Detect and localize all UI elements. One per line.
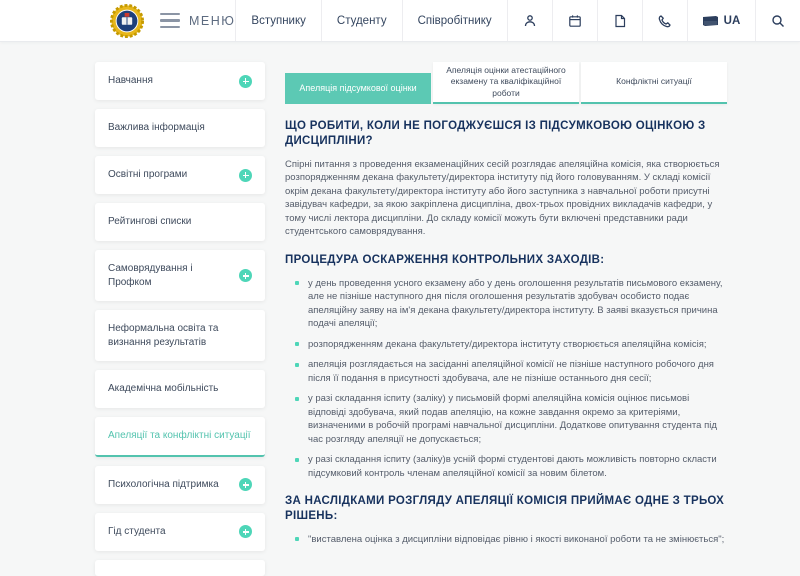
- search-button[interactable]: [755, 0, 800, 41]
- tab-content: ЩО РОБИТИ, КОЛИ НЕ ПОГОДЖУЄШСЯ ІЗ ПІДСУМ…: [285, 104, 727, 546]
- plus-icon[interactable]: [239, 168, 252, 182]
- intro-paragraph: Спірні питання з проведення екзаменаційн…: [285, 158, 720, 238]
- sidebar-item-label: Самоврядування і Профком: [108, 263, 193, 288]
- search-icon: [772, 14, 785, 27]
- nav-item-employee[interactable]: Співробітнику: [401, 0, 507, 41]
- top-header: МЕНЮ Вступнику Студенту Співробітнику UA: [0, 0, 800, 42]
- decisions-list: "виставлена оцінка з дисципліни відповід…: [295, 533, 727, 546]
- plus-icon[interactable]: [239, 525, 252, 538]
- sidebar-item-label: Рейтингові списки: [108, 216, 192, 228]
- tab-conflict-situations[interactable]: Конфліктні ситуації: [581, 62, 727, 104]
- person-icon-button[interactable]: [506, 0, 552, 41]
- nav-item-applicant[interactable]: Вступнику: [235, 0, 320, 41]
- tab-final-grade-appeal[interactable]: Апеляція підсумкової оцінки: [285, 73, 431, 104]
- phone-icon: [658, 14, 671, 27]
- sidebar-item-label: Навчання: [108, 75, 153, 87]
- sidebar-item-label: Неформальна освіта та визнання результат…: [108, 323, 219, 348]
- sidebar: Навчання Важлива інформація Освітні прог…: [95, 62, 265, 576]
- sidebar-item-reitynhovi-spysky[interactable]: Рейтингові списки: [95, 203, 265, 241]
- list-item: "виставлена оцінка з дисципліни відповід…: [295, 533, 727, 546]
- hamburger-icon: [160, 12, 180, 29]
- section-heading-what-to-do: ЩО РОБИТИ, КОЛИ НЕ ПОГОДЖУЄШСЯ ІЗ ПІДСУМ…: [285, 120, 706, 147]
- tab-attestation-exam-appeal[interactable]: Апеляція оцінки атестаційного екзамену т…: [433, 62, 579, 104]
- tabs-bar: Апеляція підсумкової оцінки Апеляція оці…: [285, 62, 727, 104]
- sidebar-item-samovriaduvannia[interactable]: Самоврядування і Профком: [95, 250, 265, 301]
- list-item: у разі складання іспиту (заліку) у письм…: [295, 392, 727, 446]
- university-logo-icon[interactable]: [110, 3, 144, 38]
- list-item: апеляція розглядається на засіданні апел…: [295, 358, 727, 385]
- section-heading-decisions: ЗА НАСЛІДКАМИ РОЗГЛЯДУ АПЕЛЯЦІЇ КОМІСІЯ …: [285, 495, 725, 522]
- sidebar-item-cutoff[interactable]: [95, 559, 265, 576]
- menu-label: МЕНЮ: [189, 13, 236, 28]
- list-item: розпорядженням декана факультету/директо…: [295, 338, 727, 351]
- list-item: у разі складання іспиту (заліку)в усній …: [295, 453, 727, 480]
- language-switcher[interactable]: UA: [686, 0, 756, 41]
- sidebar-item-neformalna-osvita[interactable]: Неформальна освіта та визнання результат…: [95, 310, 265, 361]
- language-label: UA: [723, 14, 741, 27]
- hamburger-menu-button[interactable]: МЕНЮ: [160, 12, 236, 29]
- phone-icon-button[interactable]: [641, 0, 687, 41]
- list-item: у день проведення усного екзамену або у …: [295, 277, 727, 331]
- sidebar-item-vazhlyva-informatsiia[interactable]: Важлива інформація: [95, 109, 265, 147]
- plus-icon[interactable]: [239, 478, 252, 491]
- plus-icon[interactable]: [239, 269, 252, 282]
- sidebar-item-hid-studenta[interactable]: Гід студента: [95, 512, 265, 551]
- sidebar-item-osvitni-prohramy[interactable]: Освітні програми: [95, 156, 265, 194]
- sidebar-item-navchannia[interactable]: Навчання: [95, 62, 265, 100]
- sidebar-item-akademichna-mobilnist[interactable]: Академічна мобільність: [95, 370, 265, 408]
- ukraine-flag-icon: [702, 15, 718, 26]
- page-body: Навчання Важлива інформація Освітні прог…: [0, 42, 800, 576]
- calendar-icon: [568, 14, 581, 27]
- sidebar-item-label: Гід студента: [108, 525, 166, 537]
- sidebar-item-psykholohichna-pidtrymka[interactable]: Психологічна підтримка: [95, 465, 265, 504]
- document-icon: [615, 14, 625, 27]
- calendar-icon-button[interactable]: [551, 0, 597, 41]
- section-heading-procedure: ПРОЦЕДУРА ОСКАРЖЕННЯ КОНТРОЛЬНИХ ЗАХОДІВ…: [285, 253, 605, 266]
- sidebar-item-label: Апеляції та конфліктні ситуації: [108, 430, 251, 441]
- sidebar-item-label: Психологічна підтримка: [108, 478, 219, 490]
- sidebar-item-apeliatsii[interactable]: Апеляції та конфліктні ситуації: [95, 417, 265, 457]
- person-icon: [524, 14, 535, 26]
- nav-item-student[interactable]: Студенту: [320, 0, 402, 41]
- sidebar-item-label: Освітні програми: [108, 169, 188, 181]
- document-icon-button[interactable]: [596, 0, 642, 41]
- sidebar-item-label: Важлива інформація: [108, 122, 205, 134]
- plus-icon[interactable]: [239, 74, 252, 88]
- main-content: Апеляція підсумкової оцінки Апеляція оці…: [285, 62, 727, 576]
- sidebar-item-label: Академічна мобільність: [108, 383, 219, 395]
